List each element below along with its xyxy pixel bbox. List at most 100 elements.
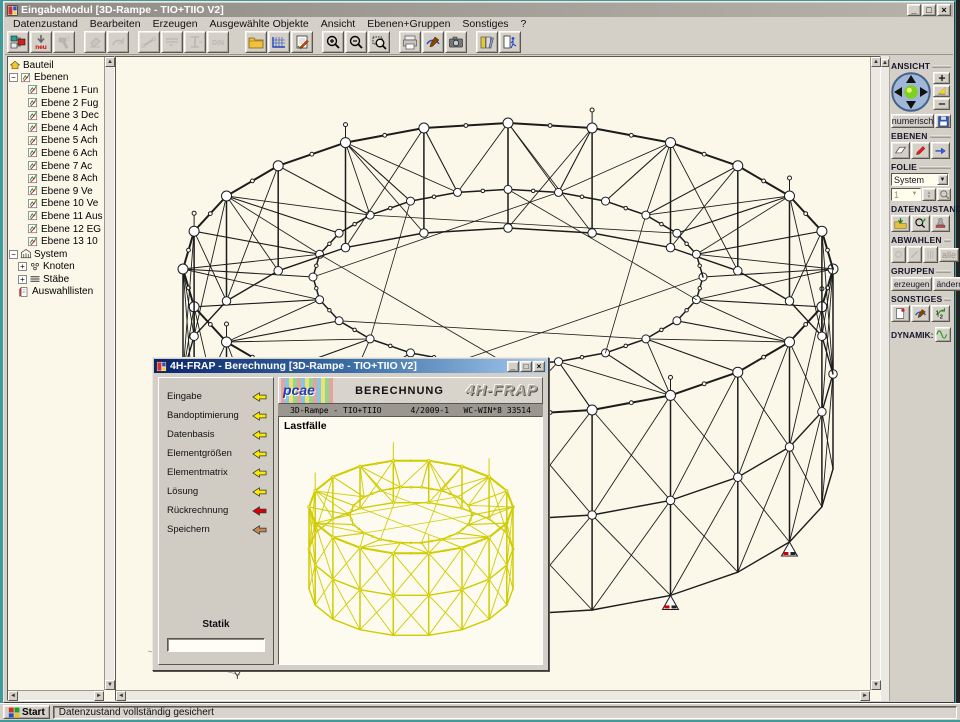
tree-item-ebene-6[interactable]: Ebene 6 Ach: [9, 147, 103, 160]
scroll-up-icon[interactable]: ▲: [881, 59, 889, 67]
scroll-right-icon[interactable]: ►: [860, 691, 870, 701]
view-plus-button[interactable]: [933, 72, 950, 84]
ebenen-plane-button[interactable]: [891, 142, 910, 159]
toolbar-brush-eye-button[interactable]: [422, 31, 444, 53]
step-arrow-icon: [252, 392, 267, 402]
main-titlebar[interactable]: EingabeModul [3D-Rampe - TIO+TIIO V2] _ …: [5, 3, 953, 17]
tree-item-ebene-12[interactable]: Ebene 12 EG: [9, 223, 103, 236]
sonstiges-brush-eye-button[interactable]: [911, 305, 930, 322]
menu-item-5[interactable]: Ebenen+Gruppen: [361, 18, 456, 30]
tree-expand-icon[interactable]: −: [9, 73, 18, 82]
dialog-icon: [156, 361, 167, 372]
window-title: EingabeModul [3D-Rampe - TIO+TIIO V2]: [21, 4, 904, 16]
folie-dropdown[interactable]: System ▼: [891, 173, 949, 186]
menu-item-7[interactable]: ?: [515, 18, 533, 30]
listbook-icon: [18, 286, 30, 298]
tree-item-ebene-9[interactable]: Ebene 9 Ve: [9, 185, 103, 198]
ebenen-blue-arrow-button[interactable]: [931, 142, 950, 159]
tree-vscrollbar[interactable]: ▲ ▼: [104, 57, 114, 690]
toolbar-books-button[interactable]: [476, 31, 498, 53]
toolbar-folder-button[interactable]: [245, 31, 267, 53]
minimize-button[interactable]: _: [507, 361, 519, 372]
tree-item-ebene-3[interactable]: Ebene 3 Dec: [9, 109, 103, 122]
chevron-down-icon[interactable]: ▼: [937, 174, 948, 185]
section-ebenen: EBENEN: [891, 131, 951, 141]
tree-item-ebene-2[interactable]: Ebene 2 Fug: [9, 97, 103, 110]
datenzustand-stamp-button[interactable]: [931, 215, 950, 232]
tree-expand-icon[interactable]: +: [18, 275, 27, 284]
tree-item-ebene-7[interactable]: Ebene 7 Ac: [9, 160, 103, 173]
tree-item-bauteil[interactable]: Bauteil: [9, 59, 103, 72]
scroll-down-icon[interactable]: ▼: [105, 680, 115, 690]
tree-item-staebe[interactable]: +Stäbe: [9, 273, 103, 286]
menu-item-4[interactable]: Ansicht: [315, 18, 361, 30]
section-ansicht: ANSICHT: [891, 61, 951, 71]
save-view-button[interactable]: [935, 114, 951, 128]
gruppen-aendern-button[interactable]: ändern: [933, 277, 960, 291]
panel-scrollbar[interactable]: ▲: [881, 56, 890, 701]
toolbar-zoom-window-button[interactable]: [368, 31, 390, 53]
maximize-button[interactable]: □: [922, 4, 936, 16]
datenzustand-folder-load-button[interactable]: [891, 215, 910, 232]
project-info-strip: 3D-Rampe - TIO+TIIO 4/2009-1 WC-WIN*8 33…: [278, 404, 543, 416]
scroll-left-icon[interactable]: ◄: [116, 691, 126, 701]
menu-item-6[interactable]: Sonstiges: [456, 18, 514, 30]
scroll-up-icon[interactable]: ▲: [105, 57, 115, 67]
scroll-right-icon[interactable]: ►: [94, 691, 104, 701]
tree-item-ebene-4[interactable]: Ebene 4 Ach: [9, 122, 103, 135]
tree-item-ebene-8[interactable]: Ebene 8 Ach: [9, 172, 103, 185]
tree-hscrollbar[interactable]: ◄ ►: [8, 690, 104, 700]
close-button[interactable]: ×: [937, 4, 951, 16]
scroll-left-icon[interactable]: ◄: [8, 691, 18, 701]
view-wedge-button[interactable]: [933, 85, 950, 97]
canvas-vscrollbar[interactable]: ▲ ▼: [870, 57, 880, 690]
gruppen-erzeugen-button[interactable]: erzeugen: [891, 277, 932, 291]
toolbar-neu-button[interactable]: neu: [30, 31, 52, 53]
ebenen-red-pencil-button[interactable]: [911, 142, 930, 159]
toolbar-separator: [76, 31, 83, 53]
menu-item-3[interactable]: Ausgewählte Objekte: [204, 18, 315, 30]
wireframe-preview: [287, 435, 539, 647]
menu-item-1[interactable]: Bearbeiten: [84, 18, 147, 30]
tree-item-ebene-11[interactable]: Ebene 11 Aus: [9, 210, 103, 223]
canvas-hscrollbar[interactable]: ◄ ►: [116, 690, 870, 700]
toolbar-zoom-out-button[interactable]: [345, 31, 367, 53]
tree-item-ebene-10[interactable]: Ebene 10 Ve: [9, 198, 103, 211]
datenzustand-magnifier-check-button[interactable]: [911, 215, 930, 232]
view-rotate-ball[interactable]: [891, 72, 931, 112]
tree-item-system[interactable]: −System: [9, 248, 103, 261]
scroll-up-icon[interactable]: ▲: [871, 57, 881, 67]
svg-text:DIN: DIN: [212, 40, 224, 47]
minimize-button[interactable]: _: [907, 4, 921, 16]
dialog-titlebar[interactable]: 4H-FRAP - Berechnung [3D-Rampe - TIO+TII…: [154, 359, 547, 373]
tree-item-auswahllisten[interactable]: Auswahllisten: [9, 286, 103, 299]
tree-item-ebenen[interactable]: −Ebenen: [9, 72, 103, 85]
numerisch-button[interactable]: numerisch: [891, 114, 934, 128]
sonstiges-page-red-dot-button[interactable]: [891, 305, 910, 322]
dynamik-button[interactable]: [935, 327, 952, 342]
menu-item-2[interactable]: Erzeugen: [147, 18, 204, 30]
toolbar-camera-button[interactable]: [445, 31, 467, 53]
tree-item-ebene-1[interactable]: Ebene 1 Fun: [9, 84, 103, 97]
sonstiges-renumber-button[interactable]: 12: [931, 305, 950, 322]
tree-item-ebene-5[interactable]: Ebene 5 Ach: [9, 135, 103, 148]
tree-expand-icon[interactable]: −: [9, 250, 18, 259]
start-button[interactable]: Start: [3, 705, 50, 719]
maximize-button[interactable]: □: [520, 361, 532, 372]
toolbar-modules-button[interactable]: [7, 31, 29, 53]
view-minus-button[interactable]: [933, 98, 950, 110]
docpen-icon: [27, 122, 39, 134]
docpen-icon: [27, 236, 39, 248]
close-button[interactable]: ×: [533, 361, 545, 372]
tree-expand-icon[interactable]: +: [18, 262, 27, 271]
menu-item-0[interactable]: Datenzustand: [7, 18, 84, 30]
toolbar-zoom-in-button[interactable]: [322, 31, 344, 53]
toolbar-grid-ruler-button[interactable]: [268, 31, 290, 53]
tree-item-ebene-13[interactable]: Ebene 13 10: [9, 235, 103, 248]
toolbar-printer-button[interactable]: [399, 31, 421, 53]
toolbar-exit-button[interactable]: [499, 31, 521, 53]
scroll-down-icon[interactable]: ▼: [871, 680, 881, 690]
tree-item-knoten[interactable]: +Knoten: [9, 261, 103, 274]
toolbar-materials-book-button[interactable]: [291, 31, 313, 53]
result-view: Lastfälle: [278, 416, 543, 665]
